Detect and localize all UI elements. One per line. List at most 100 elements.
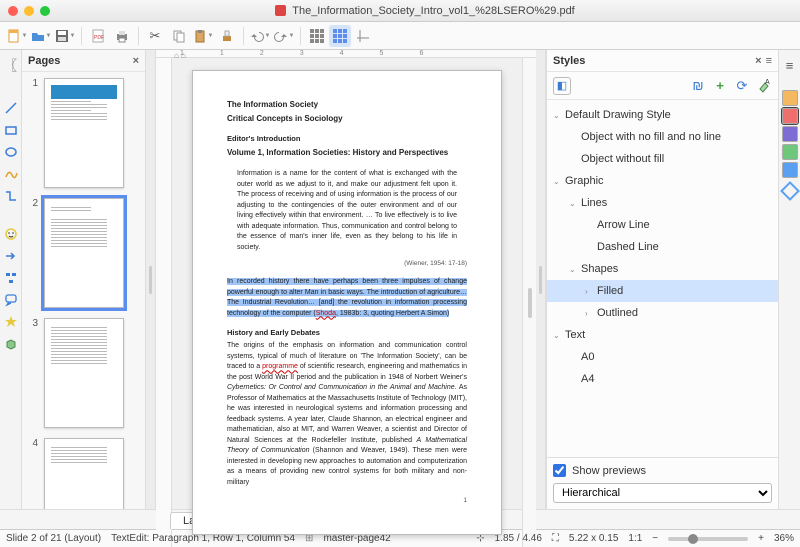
redo-button[interactable]: ▼ [273,25,295,47]
export-pdf-button[interactable]: PDF [87,25,109,47]
style-tree-item[interactable]: Dashed Line [547,236,778,258]
callout-tool[interactable] [1,290,21,310]
flowchart-tool[interactable] [1,268,21,288]
style-tree-item[interactable]: ›Outlined [547,302,778,324]
style-tree-item[interactable]: ›Filled [547,280,778,302]
copy-button[interactable] [168,25,190,47]
pages-panel-resize-handle[interactable] [146,50,156,509]
style-tree-item[interactable]: A0 [547,346,778,368]
style-tree-item[interactable]: ⌄Text [547,324,778,346]
close-pages-panel-icon[interactable]: × [133,55,139,67]
update-style-icon[interactable]: ₪ [690,78,706,94]
svg-text:PDF: PDF [94,35,104,41]
select-tool[interactable]: 〖 [1,54,21,74]
style-tree-item[interactable]: ⌄Shapes [547,258,778,280]
style-tree-item[interactable]: Object with no fill and no line [547,126,778,148]
style-tree-item[interactable]: Arrow Line [547,214,778,236]
doc-highlight-block: In recorded history there have perhaps b… [227,277,467,319]
curve-tool[interactable] [1,164,21,184]
zoom-window-icon[interactable] [40,6,50,16]
page-content[interactable]: The Information Society Critical Concept… [192,70,502,535]
style-tree-item[interactable]: ⌄Graphic [547,170,778,192]
ellipse-tool[interactable] [1,142,21,162]
page-thumb[interactable]: 2 [26,198,141,308]
star-tool[interactable] [1,312,21,332]
canvas[interactable]: The Information Society Critical Concept… [172,58,522,547]
save-button[interactable]: ▼ [54,25,76,47]
deck-tab-navigator[interactable] [782,144,798,160]
basic-shapes-tool[interactable] [1,224,21,244]
zoom-slider[interactable] [668,537,748,541]
fill-format-mode-icon[interactable]: A [756,78,772,94]
connector-tool[interactable] [1,186,21,206]
properties-deck-icon[interactable]: ≡ [779,54,800,76]
doc-title-2: Critical Concepts in Sociology [227,113,467,125]
styles-view-mode-select[interactable]: Hierarchical [553,483,772,503]
print-button[interactable] [111,25,133,47]
deck-tab-shapes[interactable] [782,162,798,178]
guides-button[interactable] [352,25,374,47]
page-thumb[interactable]: 4 [26,438,141,509]
deck-tab-effects[interactable] [780,181,800,201]
vertical-scrollbar[interactable] [522,58,536,547]
svg-text:A: A [765,79,770,86]
tree-expand-icon[interactable]: ⌄ [553,177,565,186]
doc-quote: Information is a name for the content of… [227,169,467,253]
drawing-styles-icon[interactable]: ◧ [553,77,571,95]
tree-expand-icon[interactable]: › [585,309,597,318]
close-window-icon[interactable] [8,6,18,16]
show-previews-checkbox[interactable]: Show previews [553,464,772,477]
style-tree-item[interactable]: Object without fill [547,148,778,170]
3d-tool[interactable] [1,334,21,354]
tree-expand-icon[interactable]: ⌄ [553,111,565,120]
doc-body-paragraph: The origins of the emphasis on informati… [227,341,467,488]
style-tree-label: Filled [597,285,623,297]
tree-expand-icon[interactable]: ⌄ [569,199,581,208]
page-thumb[interactable]: 3 [26,318,141,428]
vertical-ruler[interactable] [156,58,172,547]
pages-panel-title: Pages [28,55,60,67]
style-tree-label: Lines [581,197,607,209]
pages-list[interactable]: 1 2 3 4 [22,72,145,509]
horizontal-ruler[interactable]: ⌂ ⌂ 1123456 [156,50,536,58]
paste-button[interactable]: ▼ [192,25,214,47]
arrow-shapes-tool[interactable] [1,246,21,266]
style-tree-item[interactable]: ⌄Default Drawing Style [547,104,778,126]
styles-tree[interactable]: ⌄Default Drawing Style Object with no fil… [547,100,778,457]
tree-expand-icon[interactable]: ⌄ [553,331,565,340]
style-tree-label: A0 [581,351,594,363]
style-tree-label: Object with no fill and no line [581,131,721,143]
tree-expand-icon[interactable]: › [585,287,597,296]
document-area: ⌂ ⌂ 1123456 The Information Society Crit… [156,50,536,509]
styles-panel: Styles × ≡ ◧ ₪ + ⟳ A ⌄Default Drawing St… [546,50,778,509]
style-tree-label: Arrow Line [597,219,650,231]
undo-button[interactable]: ▼ [249,25,271,47]
line-tool[interactable] [1,98,21,118]
close-styles-panel-icon[interactable]: × [755,55,761,67]
style-tree-label: A4 [581,373,594,385]
doc-quote-attrib: (Wiener, 1954: 17-18) [227,259,467,269]
styles-panel-menu-icon[interactable]: ≡ [766,55,772,67]
clone-formatting-button[interactable] [216,25,238,47]
deck-tab-styles[interactable] [782,108,798,124]
rectangle-tool[interactable] [1,120,21,140]
page-thumb[interactable]: 1 [26,78,141,188]
status-zoom[interactable]: 36% [774,533,794,544]
tree-expand-icon[interactable]: ⌄ [569,265,581,274]
deck-tab-gallery[interactable] [782,126,798,142]
pages-panel: Pages × 1 2 3 4 [22,50,146,509]
new-style-icon[interactable]: + [712,78,728,94]
styles-panel-resize-handle[interactable] [536,50,546,509]
snap-grid-button[interactable] [329,25,351,47]
cut-button[interactable]: ✂ [144,25,166,47]
grid-view-button[interactable] [306,25,328,47]
style-tree-item[interactable]: A4 [547,368,778,390]
refresh-styles-icon[interactable]: ⟳ [734,78,750,94]
status-fit-button[interactable]: 1:1 [628,533,642,544]
open-document-button[interactable]: ▼ [30,25,52,47]
minimize-window-icon[interactable] [24,6,34,16]
new-document-button[interactable]: ▼ [6,25,28,47]
style-tree-item[interactable]: ⌄Lines [547,192,778,214]
deck-tab-properties[interactable] [782,90,798,106]
window-title: The_Information_Society_Intro_vol1_%28LS… [292,5,575,17]
